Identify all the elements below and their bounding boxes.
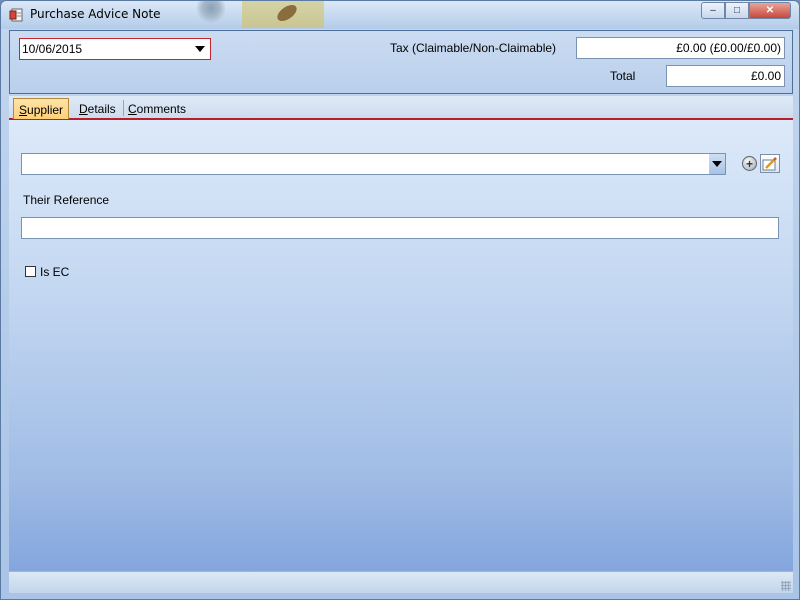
date-dropdown-button[interactable] <box>192 41 208 57</box>
purchase-advice-note-window: Purchase Advice Note – □ ✕ 10/06/2015 Ta… <box>0 0 800 600</box>
title-decoration-image <box>242 1 324 28</box>
supplier-dropdown-button[interactable] <box>709 154 725 174</box>
tab-comments[interactable]: Comments <box>123 98 191 119</box>
chevron-down-icon <box>195 46 205 52</box>
add-supplier-button[interactable]: + <box>740 154 759 173</box>
bean-image <box>274 1 300 25</box>
add-icon: + <box>742 156 757 171</box>
tab-details-mnemonic: D <box>79 102 88 116</box>
minimize-icon: – <box>710 5 716 16</box>
tab-comments-mnemonic: C <box>128 102 137 116</box>
window-title: Purchase Advice Note <box>30 7 161 21</box>
their-reference-label: Their Reference <box>23 193 110 207</box>
total-label: Total <box>610 69 636 83</box>
supplier-combo[interactable] <box>21 153 726 175</box>
is-ec-checkbox[interactable] <box>25 266 36 277</box>
date-combo[interactable]: 10/06/2015 <box>19 38 211 60</box>
window-controls: – □ ✕ <box>701 2 791 19</box>
header-panel: 10/06/2015 Tax (Claimable/Non-Claimable)… <box>9 30 793 94</box>
tab-details-label: etails <box>87 102 116 116</box>
maximize-icon: □ <box>733 5 741 16</box>
title-decoration <box>197 1 225 25</box>
minimize-button[interactable]: – <box>701 2 725 19</box>
is-ec-label[interactable]: Is EC <box>40 265 69 279</box>
edit-supplier-button[interactable] <box>760 154 780 173</box>
tab-supplier-label: upplier <box>27 103 64 117</box>
supplier-tab-content: + Their Reference Is EC <box>9 120 793 571</box>
tab-details[interactable]: Details <box>74 98 121 119</box>
date-value[interactable]: 10/06/2015 <box>22 42 82 56</box>
their-reference-input[interactable] <box>21 217 779 239</box>
edit-icon <box>762 156 777 170</box>
tax-field[interactable]: £0.00 (£0.00/£0.00) <box>576 37 785 59</box>
chevron-down-icon <box>712 161 722 167</box>
app-icon <box>9 8 23 22</box>
status-bar <box>9 571 793 593</box>
tab-strip: Supplier Details Comments <box>9 96 793 120</box>
tab-comments-label: omments <box>136 102 187 116</box>
tab-supplier-mnemonic: S <box>19 103 28 117</box>
close-icon: ✕ <box>765 5 775 16</box>
resize-grip-icon[interactable] <box>781 581 791 591</box>
maximize-button[interactable]: □ <box>725 2 749 19</box>
tax-label: Tax (Claimable/Non-Claimable) <box>390 41 557 55</box>
total-field[interactable]: £0.00 <box>666 65 785 87</box>
close-button[interactable]: ✕ <box>749 2 791 19</box>
title-bar[interactable]: Purchase Advice Note – □ ✕ <box>1 1 799 29</box>
tab-supplier[interactable]: Supplier <box>13 98 70 119</box>
